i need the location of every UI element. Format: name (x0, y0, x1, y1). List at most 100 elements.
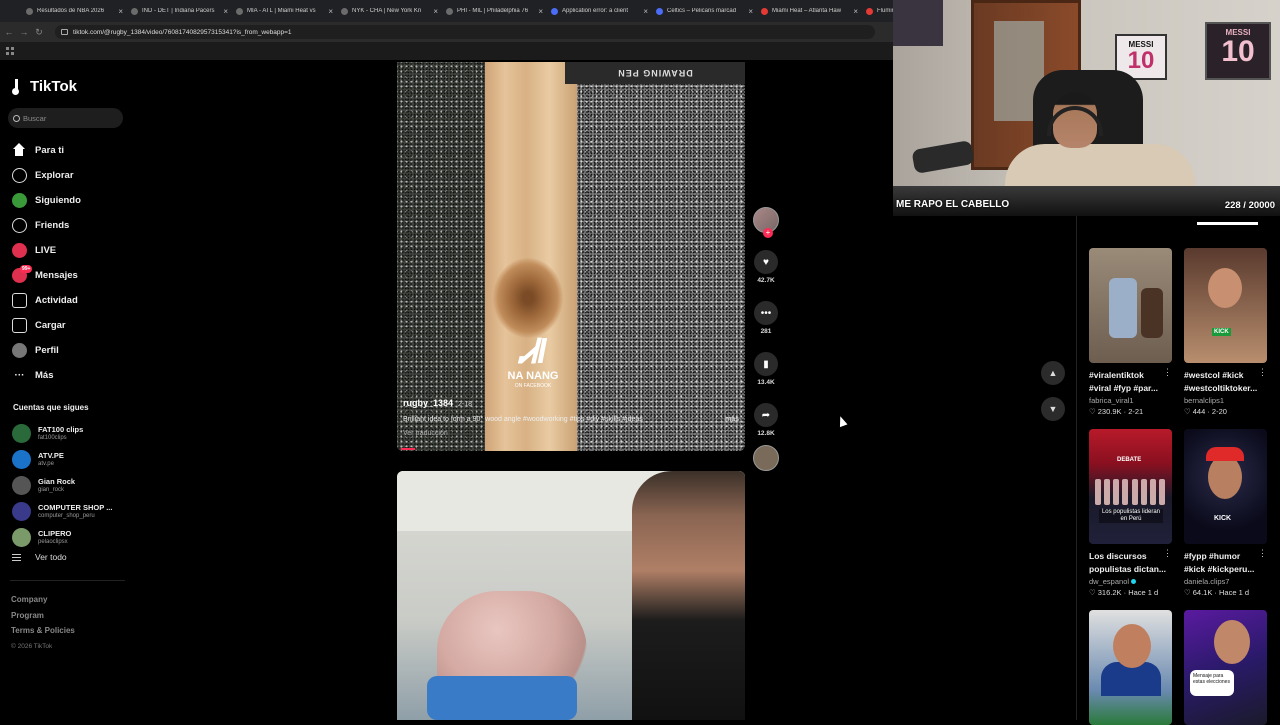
video-title[interactable]: #viralentiktok #viral #fyp #par... (1089, 369, 1167, 394)
chevron-up-icon[interactable]: ▲ (1041, 361, 1065, 385)
heart-icon[interactable]: ♥ (754, 250, 778, 274)
sound-disc-icon[interactable] (753, 445, 779, 471)
author-name[interactable]: bernalclips1 (1184, 396, 1224, 405)
tab-close-icon[interactable]: × (853, 7, 858, 16)
video-title[interactable]: Los discursos populistas dictan... (1089, 550, 1167, 575)
tab-close-icon[interactable]: × (433, 7, 438, 16)
browser-tab[interactable]: Resultados de NBA 2026 × (22, 0, 127, 22)
next-video-player[interactable] (397, 471, 745, 720)
right-panel-active-tab[interactable] (1197, 222, 1258, 225)
apps-grid-icon[interactable] (6, 47, 14, 55)
url-field[interactable]: tiktok.com/@rugby_1384/video/76081740829… (55, 25, 875, 39)
video-thumbnail[interactable]: Mensaje para estas elecciones (1184, 610, 1267, 725)
nav-item-friends[interactable]: Friends (12, 213, 137, 238)
footer-link-program[interactable]: Program (11, 608, 75, 624)
translate-link[interactable]: Ver traducción (403, 430, 739, 437)
video-thumbnail[interactable]: KICK (1184, 429, 1267, 544)
nav-item-cargar[interactable]: Cargar (12, 313, 137, 338)
author-name[interactable]: dw_espanol (1089, 577, 1129, 586)
footer-link-company[interactable]: Company (11, 592, 75, 608)
share-icon[interactable]: ➦ (754, 403, 778, 427)
recommended-video-card[interactable] (1089, 610, 1172, 725)
tab-close-icon[interactable]: × (748, 7, 753, 16)
browser-tab[interactable]: Celtics – Pelicans marcad × (652, 0, 757, 22)
browser-tab[interactable]: NYK - CHA | New York Kn × (337, 0, 442, 22)
video-man (632, 471, 745, 720)
tab-close-icon[interactable]: × (328, 7, 333, 16)
recommended-video-card[interactable]: Mensaje para estas elecciones (1184, 610, 1267, 725)
browser-tab[interactable]: Miami Heat – Atlanta Haw × (757, 0, 862, 22)
bookmark-icon[interactable]: ▮ (754, 352, 778, 376)
following-item[interactable]: FAT100 clips fat100clips (12, 420, 137, 446)
chevron-down-icon[interactable]: ▼ (1041, 397, 1065, 421)
video-thumbnail[interactable] (1089, 610, 1172, 725)
tab-favicon-icon (866, 7, 873, 15)
nav-item-explorar[interactable]: Explorar (12, 163, 137, 188)
nav-item-siguiendo[interactable]: Siguiendo (12, 188, 137, 213)
browser-tab[interactable]: MIA - ATL | Miami Heat vs × (232, 0, 337, 22)
footer-link-terms[interactable]: Terms & Policies (11, 623, 75, 639)
creator-avatar[interactable]: + (753, 207, 779, 238)
following-icon (12, 193, 27, 208)
video-title[interactable]: #fypp #humor #kick #kickperu... (1184, 550, 1262, 575)
video-author[interactable]: daniela.clips7 (1184, 577, 1267, 586)
video-thumbnail[interactable]: KICK (1184, 248, 1267, 363)
tab-close-icon[interactable]: × (643, 7, 648, 16)
video-author[interactable]: fabrica_viral1 (1089, 396, 1172, 405)
recommended-video-card[interactable]: KICK #westcol #kick #westcoltiktoker... ⋮ b… (1184, 248, 1267, 416)
author-name[interactable]: daniela.clips7 (1184, 577, 1229, 586)
video-player[interactable]: DRAWING PEN Ꮧl NA NANG ON FACEBOOK rugby… (397, 62, 745, 451)
nav-item-para-ti[interactable]: Para ti (12, 138, 137, 163)
author-name[interactable]: fabrica_viral1 (1089, 396, 1134, 405)
tab-title: Celtics – Pelicans marcad (667, 8, 737, 14)
browser-tab[interactable]: Application error: a client × (547, 0, 652, 22)
see-all-button[interactable]: Ver todo (12, 552, 67, 562)
video-author[interactable]: dw_espanol (1089, 577, 1172, 586)
following-item[interactable]: ATV.PE atv.pe (12, 446, 137, 472)
video-username[interactable]: rugby_1384 (403, 398, 453, 408)
follow-plus-icon[interactable]: + (763, 228, 773, 238)
tiktok-logo[interactable]: TikTok (12, 78, 77, 95)
more-options-icon[interactable]: ⋮ (1163, 548, 1172, 559)
bookmarks-bar (0, 42, 893, 60)
video-thumbnail[interactable] (1089, 248, 1172, 363)
back-icon[interactable]: ← (3, 27, 15, 37)
recommended-video-card[interactable]: DEBATE Los populistas lideran en Perú Los … (1089, 429, 1172, 597)
video-thumbnail[interactable]: DEBATE Los populistas lideran en Perú (1089, 429, 1172, 544)
thumb-person (1113, 624, 1151, 668)
following-item[interactable]: COMPUTER SHOP ... computer_shop_peru (12, 498, 137, 524)
forward-icon[interactable]: → (18, 27, 30, 37)
video-progress-bar[interactable] (401, 448, 415, 450)
tiktok-note-icon (12, 78, 26, 95)
thumb-person (1208, 268, 1242, 308)
browser-tab-strip: Resultados de NBA 2026 × IND - DET | India… (0, 0, 893, 22)
recommended-video-card[interactable]: KICK #fypp #humor #kick #kickperu... ⋮ dani… (1184, 429, 1267, 597)
tab-close-icon[interactable]: × (223, 7, 228, 16)
nav-item-m-s[interactable]: ··· Más (12, 363, 137, 388)
caption-more-button[interactable]: más (725, 416, 739, 423)
browser-tab[interactable]: IND - DET | Indiana Pacers × (127, 0, 232, 22)
following-item[interactable]: CLIPERO pelaoclipsx (12, 524, 137, 550)
recommended-video-card[interactable]: #viralentiktok #viral #fyp #par... ⋮ fabri… (1089, 248, 1172, 416)
browser-tab[interactable]: PHI - MIL | Philadelphia 76 × (442, 0, 547, 22)
video-author[interactable]: bernalclips1 (1184, 396, 1267, 405)
nav-item-mensajes[interactable]: 99+ Mensajes (12, 263, 137, 288)
more-options-icon[interactable]: ⋮ (1258, 367, 1267, 378)
video-author[interactable]: rugby_1384 2-18 (403, 398, 739, 408)
thumb-figure (1141, 288, 1163, 338)
more-options-icon[interactable]: ⋮ (1163, 367, 1172, 378)
following-item[interactable]: Gian Rock gian_rock (12, 472, 137, 498)
tab-close-icon[interactable]: × (538, 7, 543, 16)
nav-item-perfil[interactable]: Perfil (12, 338, 137, 363)
video-title[interactable]: #westcol #kick #westcoltiktoker... (1184, 369, 1262, 394)
reload-icon[interactable]: ↻ (33, 27, 45, 38)
more-options-icon[interactable]: ⋮ (1258, 548, 1267, 559)
browser-tab[interactable]: Flumine× (862, 0, 893, 22)
search-input[interactable]: Buscar (8, 108, 123, 128)
site-info-icon[interactable] (61, 29, 68, 35)
comment-icon[interactable]: ••• (754, 301, 778, 325)
nav-item-live[interactable]: LIVE (12, 238, 137, 263)
tab-title: MIA - ATL | Miami Heat vs (247, 8, 316, 14)
nav-item-actividad[interactable]: Actividad (12, 288, 137, 313)
tab-close-icon[interactable]: × (118, 7, 123, 16)
